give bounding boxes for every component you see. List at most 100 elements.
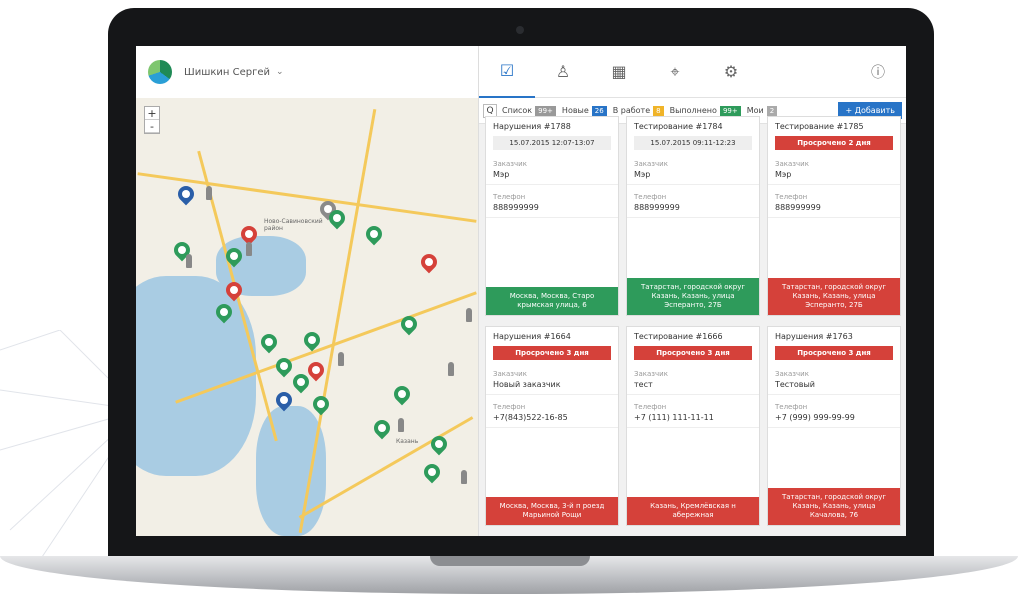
- card-client: Мэр: [486, 168, 618, 185]
- card-phone-label: Телефон: [493, 403, 526, 411]
- filter-in-progress[interactable]: В работе 8: [612, 105, 664, 116]
- filter-count-badge: 8: [653, 105, 664, 116]
- filter-mine[interactable]: Мои 2: [746, 105, 778, 116]
- app-screen: Шишкин Сергей ⌄ + - Ново-Савиновский рай…: [136, 46, 906, 536]
- task-card[interactable]: Тестирование #1785 Просрочено 2 дня Зака…: [767, 116, 901, 316]
- card-client-label: Заказчик: [493, 370, 527, 378]
- card-client: Мэр: [768, 168, 900, 185]
- road: [298, 109, 377, 533]
- zoom-out-button[interactable]: -: [145, 120, 159, 133]
- filter-label: В работе: [612, 106, 651, 115]
- worker-icon: [466, 308, 472, 322]
- card-title: Нарушения #1664: [493, 332, 571, 341]
- filter-count-badge: 2: [766, 105, 778, 116]
- task-card[interactable]: Нарушения #1763 Просрочено 3 дня Заказчи…: [767, 326, 901, 526]
- tasks-panel: ☑ ♙ ▦ ⌖ ⚙ ⓘ Q Список 99+ Новые 26 В работе…: [478, 46, 906, 536]
- card-client-label: Заказчик: [634, 370, 668, 378]
- filter-label: Новые: [561, 106, 589, 115]
- map-marker[interactable]: [362, 222, 386, 246]
- worker-icon: [461, 470, 467, 484]
- map-marker[interactable]: [420, 460, 444, 484]
- card-phone: 888999999: [486, 201, 618, 218]
- card-overdue-badge: Просрочено 3 дня: [634, 346, 752, 360]
- map-marker[interactable]: [390, 382, 414, 406]
- card-phone-label: Телефон: [775, 193, 808, 201]
- card-phone: +7 (999) 999-99-99: [768, 411, 900, 428]
- logo-icon: [148, 60, 172, 84]
- chevron-down-icon[interactable]: ⌄: [276, 67, 284, 77]
- card-title: Нарушения #1763: [775, 332, 853, 341]
- card-address: Татарстан, городской округ Казань, Казан…: [627, 278, 759, 315]
- card-client-label: Заказчик: [493, 160, 527, 168]
- map-label: Казань: [396, 438, 419, 445]
- card-title: Тестирование #1784: [634, 122, 723, 131]
- map-marker[interactable]: [309, 392, 333, 416]
- filter-count-badge: 99+: [719, 105, 741, 116]
- tab-location-icon[interactable]: ⌖: [647, 46, 703, 98]
- card-phone: 888999999: [768, 201, 900, 218]
- card-title: Нарушения #1788: [493, 122, 571, 131]
- camera: [516, 26, 524, 34]
- tab-bar: ☑ ♙ ▦ ⌖ ⚙ ⓘ: [479, 46, 906, 98]
- card-title: Тестирование #1666: [634, 332, 723, 341]
- help-icon[interactable]: ⓘ: [850, 46, 906, 98]
- card-phone: +7 (111) 111-11-11: [627, 411, 759, 428]
- worker-icon: [448, 362, 454, 376]
- filter-new[interactable]: Новые 26: [561, 105, 607, 116]
- card-client-label: Заказчик: [775, 370, 809, 378]
- worker-icon: [246, 242, 252, 256]
- map-marker[interactable]: [417, 250, 441, 274]
- laptop-notch: [430, 556, 590, 566]
- map-label: Ново-Савиновский район: [264, 218, 323, 232]
- map-marker[interactable]: [370, 416, 394, 440]
- card-client: Тестовый: [768, 378, 900, 395]
- card-client-label: Заказчик: [634, 160, 668, 168]
- card-title: Тестирование #1785: [775, 122, 864, 131]
- worker-icon: [398, 418, 404, 432]
- water-bay: [256, 406, 326, 536]
- filter-count-badge: 26: [591, 105, 607, 116]
- task-cards: Нарушения #1788 15.07.2015 12:07-13:07 З…: [479, 116, 906, 536]
- task-card[interactable]: Тестирование #1666 Просрочено 3 дня Зака…: [626, 326, 760, 526]
- card-overdue-badge: Просрочено 3 дня: [775, 346, 893, 360]
- card-overdue-badge: Просрочено 2 дня: [775, 136, 893, 150]
- user-name[interactable]: Шишкин Сергей: [184, 67, 270, 78]
- tab-buildings-icon[interactable]: ▦: [591, 46, 647, 98]
- filter-label: Мои: [746, 106, 764, 115]
- filter-done[interactable]: Выполнено 99+: [669, 105, 741, 116]
- card-client: тест: [627, 378, 759, 395]
- filter-list[interactable]: Список 99+: [502, 105, 556, 116]
- task-card[interactable]: Нарушения #1664 Просрочено 3 дня Заказчи…: [485, 326, 619, 526]
- worker-icon: [338, 352, 344, 366]
- task-card[interactable]: Нарушения #1788 15.07.2015 12:07-13:07 З…: [485, 116, 619, 316]
- zoom-in-button[interactable]: +: [145, 107, 159, 120]
- card-client: Новый заказчик: [486, 378, 618, 395]
- map-marker[interactable]: [427, 432, 451, 456]
- card-address: Москва, Москва, Старо крымская улица, 6: [486, 287, 618, 315]
- card-client: Мэр: [627, 168, 759, 185]
- card-phone-label: Телефон: [493, 193, 526, 201]
- filter-label: Выполнено: [669, 106, 717, 115]
- user-header: Шишкин Сергей ⌄: [136, 46, 478, 98]
- tab-tasks-icon[interactable]: ☑: [479, 46, 535, 98]
- tab-users-icon[interactable]: ♙: [535, 46, 591, 98]
- task-card[interactable]: Тестирование #1784 15.07.2015 09:11-12:2…: [626, 116, 760, 316]
- card-date: 15.07.2015 09:11-12:23: [634, 136, 752, 150]
- map-marker[interactable]: [397, 312, 421, 336]
- card-address: Татарстан, городской округ Казань, Казан…: [768, 488, 900, 525]
- map-marker[interactable]: [257, 330, 281, 354]
- tab-settings-icon[interactable]: ⚙: [703, 46, 759, 98]
- card-phone-label: Телефон: [634, 193, 667, 201]
- map-marker[interactable]: [174, 182, 198, 206]
- card-address: Татарстан, городской округ Казань, Казан…: [768, 278, 900, 315]
- laptop-frame: Шишкин Сергей ⌄ + - Ново-Савиновский рай…: [108, 8, 934, 568]
- card-client-label: Заказчик: [775, 160, 809, 168]
- card-phone-label: Телефон: [634, 403, 667, 411]
- filter-label: Список: [502, 106, 533, 115]
- filter-count-badge: 99+: [535, 105, 556, 116]
- map-view[interactable]: Шишкин Сергей ⌄ + - Ново-Савиновский рай…: [136, 46, 478, 536]
- card-date: 15.07.2015 12:07-13:07: [493, 136, 611, 150]
- card-phone-label: Телефон: [775, 403, 808, 411]
- zoom-control: + -: [144, 106, 160, 134]
- card-phone: 888999999: [627, 201, 759, 218]
